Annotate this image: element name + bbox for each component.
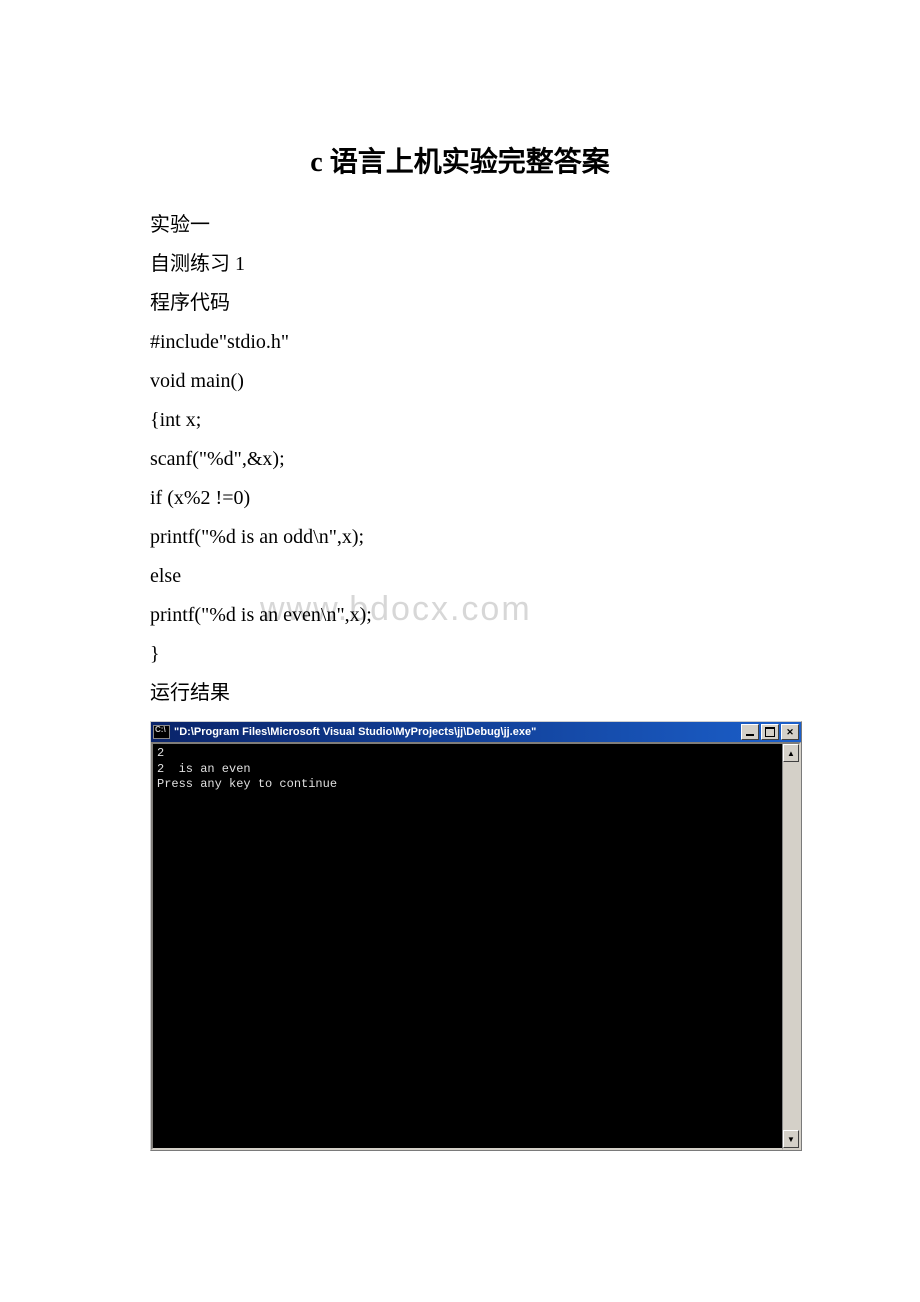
text-line: 实验一 xyxy=(150,206,770,245)
cmd-icon: C:\ xyxy=(153,725,170,739)
close-button[interactable] xyxy=(781,724,799,740)
minimize-icon xyxy=(746,734,754,736)
console-window: C:\ "D:\Program Files\Microsoft Visual S… xyxy=(150,721,802,1151)
text-line: 运行结果 xyxy=(150,674,770,713)
document-page: c 语言上机实验完整答案 实验一 自测练习 1 程序代码 #include"st… xyxy=(0,0,920,1231)
vertical-scrollbar[interactable]: ▲ ▼ xyxy=(782,742,801,1150)
close-icon xyxy=(786,727,794,738)
maximize-icon xyxy=(765,727,775,737)
console-output[interactable]: 2 2 is an even Press any key to continue xyxy=(151,742,782,1150)
window-title-bar[interactable]: C:\ "D:\Program Files\Microsoft Visual S… xyxy=(151,722,801,742)
text-line: 程序代码 xyxy=(150,284,770,323)
maximize-button[interactable] xyxy=(761,724,779,740)
text-line: 自测练习 1 xyxy=(150,245,770,284)
code-line: printf("%d is an even\n",x); xyxy=(150,596,770,635)
code-line: #include"stdio.h" xyxy=(150,323,770,362)
scroll-up-button[interactable]: ▲ xyxy=(783,744,799,762)
code-line: } xyxy=(150,635,770,674)
scroll-track[interactable] xyxy=(783,762,799,1130)
scroll-down-button[interactable]: ▼ xyxy=(783,1130,799,1148)
code-line: else xyxy=(150,557,770,596)
code-line: {int x; xyxy=(150,401,770,440)
code-line: printf("%d is an odd\n",x); xyxy=(150,518,770,557)
minimize-button[interactable] xyxy=(741,724,759,740)
page-title: c 语言上机实验完整答案 xyxy=(150,140,770,180)
code-line: if (x%2 !=0) xyxy=(150,479,770,518)
code-line: scanf("%d",&x); xyxy=(150,440,770,479)
window-title-text: "D:\Program Files\Microsoft Visual Studi… xyxy=(174,726,739,738)
code-line: void main() xyxy=(150,362,770,401)
